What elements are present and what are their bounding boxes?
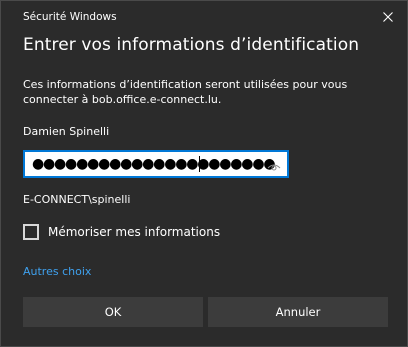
domain-username: E-CONNECT\spinelli	[23, 193, 131, 206]
eye-icon	[267, 164, 281, 171]
title-bar: Sécurité Windows	[1, 1, 407, 31]
dialog-description: Ces informations d’identification seront…	[23, 78, 348, 106]
password-value[interactable]: ●●●●●●●●●●●●●●●●●●●●●●	[32, 155, 276, 173]
remember-checkbox[interactable]: Mémoriser mes informations	[23, 222, 220, 242]
reveal-password-button[interactable]	[267, 158, 281, 171]
ok-button[interactable]: OK	[23, 297, 203, 327]
credential-dialog: Sécurité Windows Entrer vos informations…	[0, 0, 408, 347]
window-title: Sécurité Windows	[23, 11, 117, 23]
username-label: Damien Spinelli	[23, 125, 110, 138]
close-icon	[383, 12, 393, 22]
remember-label: Mémoriser mes informations	[48, 225, 221, 239]
cancel-button[interactable]: Annuler	[208, 297, 388, 327]
checkbox-box[interactable]	[23, 224, 39, 240]
dialog-heading: Entrer vos informations d’identification	[23, 35, 360, 55]
more-choices-link[interactable]: Autres choix	[23, 265, 91, 278]
close-button[interactable]	[375, 5, 401, 29]
password-field[interactable]: ●●●●●●●●●●●●●●●●●●●●●●	[23, 150, 289, 178]
text-caret	[199, 156, 200, 172]
